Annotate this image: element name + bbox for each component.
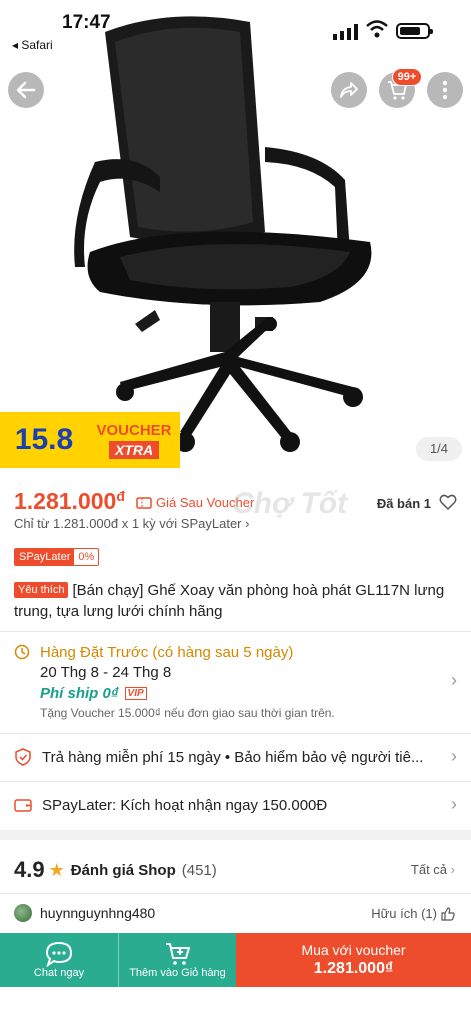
buy-label: Mua với voucher: [301, 942, 406, 958]
preorder-label: Hàng Đặt Trước (có hàng sau 5 ngày): [40, 644, 294, 661]
buy-with-voucher-button[interactable]: Mua với voucher 1.281.000₫: [236, 933, 471, 987]
chevron-right-icon: ›: [450, 862, 455, 877]
price-value: 1.281.000: [14, 488, 117, 514]
spaylater-tag: SPayLater 0%: [14, 548, 100, 566]
chat-now-label: Chat ngay: [33, 967, 85, 979]
buy-price: 1.281.000₫: [313, 960, 394, 977]
spaylater-tag-rate: 0%: [78, 551, 95, 563]
spaylater-tag-label: SPayLater: [15, 549, 75, 565]
status-bar: 17:47 ◂ Safari: [0, 0, 471, 52]
product-title: Yêu thích [Bán chạy] Ghế Xoay văn phòng h…: [14, 580, 454, 622]
add-cart-icon: [165, 943, 190, 965]
installment-link[interactable]: Chỉ từ 1.281.000đ x 1 kỳ với SPayLater ›: [14, 516, 249, 531]
price-currency: đ: [116, 488, 125, 504]
helpful-label: Hữu ích (1): [371, 906, 437, 921]
section-divider: [0, 830, 471, 840]
clock-icon: [14, 644, 30, 660]
home-indicator-area: [0, 987, 471, 1024]
avatar: [14, 904, 32, 922]
voucher-xtra-badge: VOUCHER XTRA: [88, 412, 180, 468]
reviewer-name: huynnguynhng480: [40, 905, 156, 921]
returns-text: Trả hàng miễn phí 15 ngày • Bảo hiểm bảo…: [42, 748, 424, 766]
ticket-icon: [136, 496, 152, 509]
rating-count: (451): [181, 861, 217, 879]
add-to-cart-label: Thêm vào Giỏ hàng: [129, 967, 226, 979]
wifi-icon: [366, 20, 388, 38]
chat-icon: [45, 941, 73, 967]
thumbs-up-icon: [441, 906, 455, 921]
battery-icon: [396, 23, 433, 39]
rating-score: 4.9: [14, 857, 45, 882]
shipping-voucher-note: Tặng Voucher 15.000₫ nếu đơn giao sau th…: [40, 706, 335, 720]
delivery-date: 20 Thg 8 - 24 Thg 8: [40, 664, 172, 681]
status-time: 17:47: [62, 12, 111, 33]
chat-now-button[interactable]: Chat ngay: [0, 933, 118, 987]
reviewer: huynnguynhng480: [14, 904, 155, 922]
back-to-safari[interactable]: ◂ Safari: [12, 38, 53, 52]
product-image-carousel[interactable]: 17:47 ◂ Safari 99+ 15.8 VOUCHER XTRA 1/4: [0, 0, 471, 478]
promo-number: 15.8: [0, 412, 88, 468]
share-icon: [340, 82, 358, 98]
back-button[interactable]: [8, 72, 44, 108]
more-button[interactable]: [427, 72, 463, 108]
signal-icon: [333, 24, 358, 40]
chevron-right-icon: ›: [451, 794, 457, 814]
returns-row[interactable]: Trả hàng miễn phí 15 ngày • Bảo hiểm bảo…: [0, 734, 471, 780]
price: 1.281.000đ: [14, 488, 125, 515]
spaylater-row[interactable]: SPayLater: Kích hoạt nhận ngay 150.000Đ …: [0, 782, 471, 828]
sold-count: Đã bán 1: [376, 496, 431, 511]
shield-icon: [15, 748, 31, 766]
share-button[interactable]: [331, 72, 367, 108]
spaylater-row-text: SPayLater: Kích hoạt nhận ngay 150.000Đ: [42, 796, 328, 814]
shipping-fee: Phí ship 0₫ VIP: [40, 685, 147, 702]
shipping-info[interactable]: Hàng Đặt Trước (có hàng sau 5 ngày) 20 T…: [0, 632, 471, 732]
see-all-reviews-link[interactable]: Tất cả ›: [411, 862, 455, 877]
add-to-cart-button[interactable]: Thêm vào Giỏ hàng: [118, 933, 236, 987]
wallet-icon: [14, 799, 32, 812]
image-counter: 1/4: [416, 437, 462, 461]
promo-xtra-text: XTRA: [108, 440, 160, 459]
arrow-left-icon: [16, 81, 36, 99]
favorite-tag: Yêu thích: [14, 582, 69, 598]
bottom-action-bar: Chat ngay Thêm vào Giỏ hàng Mua với vouc…: [0, 933, 471, 987]
divider: [0, 893, 471, 894]
shipping-fee-text: Phí ship 0₫: [40, 685, 119, 702]
heart-icon[interactable]: [439, 493, 457, 511]
star-icon: ★: [48, 859, 65, 880]
helpful-button[interactable]: Hữu ích (1): [371, 906, 455, 921]
rating-label: Đánh giá Shop: [70, 861, 176, 879]
promo-banner: 15.8 VOUCHER XTRA: [0, 412, 180, 468]
cart-count-badge: 99+: [392, 68, 422, 86]
shop-rating: 4.9 ★ Đánh giá Shop (451): [14, 855, 459, 885]
product-title-text: [Bán chạy] Ghế Xoay văn phòng hoà phát G…: [14, 582, 445, 620]
more-vertical-icon: [442, 80, 448, 100]
promo-voucher-text: VOUCHER: [96, 421, 172, 439]
chevron-right-icon: ›: [451, 670, 457, 690]
vip-badge: VIP: [124, 687, 147, 700]
chevron-right-icon: ›: [451, 746, 457, 766]
see-all-label: Tất cả: [410, 862, 448, 877]
